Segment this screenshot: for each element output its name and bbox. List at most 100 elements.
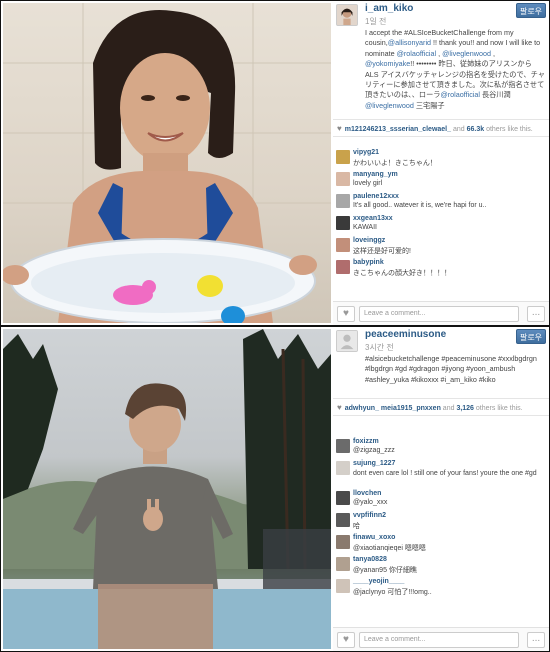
caption-mention[interactable]: @rolaofficial	[397, 49, 437, 58]
likes-users[interactable]: adwhyun_ meia1915_pnxxen	[345, 405, 441, 412]
caption-mention[interactable]: @allisonyarid	[388, 38, 431, 47]
default-avatar-icon	[337, 331, 357, 351]
likes-suffix: others like this.	[473, 405, 523, 412]
comment-text: 哈	[353, 523, 360, 530]
caption-mention[interactable]: @yokomiyake	[365, 59, 410, 68]
comment-text: It's all good.. watever it is, we're hap…	[353, 202, 487, 209]
post-sidebar-2: peaceeminusone 3시간 전 팔로우 #alsicebucketch…	[333, 327, 549, 651]
comment-item: sujung_1227 dont even care lol ! still o…	[333, 459, 549, 489]
comment-username[interactable]: paulene12xxx	[353, 193, 399, 200]
comment-username[interactable]: sujung_1227	[353, 460, 395, 467]
comment-avatar[interactable]	[336, 238, 350, 252]
comment-input[interactable]: Leave a comment...	[359, 632, 519, 648]
likes-and: and	[440, 405, 457, 412]
comment-list: foxizzm @zigzag_zzz sujung_1227 dont eve…	[333, 437, 549, 599]
heart-icon: ♥	[337, 124, 342, 133]
caption-text: 長谷川潤	[480, 90, 511, 100]
caption-text: ,	[490, 48, 495, 58]
post-username[interactable]: i_am_kiko	[365, 3, 413, 14]
likes-bar: ♥ adwhyun_ meia1915_pnxxen and 3,126 othe…	[333, 398, 549, 416]
comment-item: manyang_ym lovely girl	[333, 170, 549, 192]
like-heart-icon[interactable]: ♥	[337, 306, 355, 322]
heart-icon: ♥	[337, 403, 342, 412]
post-sidebar-1: i_am_kiko 1일 전 팔로우 I accept the #ALSIceB…	[333, 1, 549, 325]
comment-username[interactable]: finawu_xoxo	[353, 534, 395, 541]
comment-bar: ♥ Leave a comment... ...	[333, 301, 549, 325]
post-caption: I accept the #ALSIceBucketChallenge from…	[365, 28, 545, 111]
comment-username[interactable]: loveinggz	[353, 237, 385, 244]
comment-avatar[interactable]	[336, 172, 350, 186]
post-time: 3시간 전	[365, 343, 394, 352]
profile-avatar[interactable]	[336, 330, 358, 352]
comment-text: きこちゃんの顔大好き！！！！	[353, 270, 451, 277]
follow-button[interactable]: 팔로우	[516, 329, 546, 344]
post-caption: #alsicebucketchallenge #peaceminusone #x…	[365, 354, 537, 384]
post-photo-2[interactable]	[3, 329, 331, 649]
caption-mention[interactable]: @liveglenwood	[442, 49, 491, 58]
likes-suffix: others like this.	[484, 126, 533, 133]
comment-text: KAWAII	[353, 224, 377, 231]
comment-avatar[interactable]	[336, 439, 350, 453]
likes-count[interactable]: 3,126	[456, 405, 474, 412]
comment-avatar[interactable]	[336, 194, 350, 208]
comment-avatar[interactable]	[336, 513, 350, 527]
post-time: 1일 전	[365, 17, 387, 26]
more-options-icon[interactable]: ...	[527, 632, 545, 648]
post-panel-1: i_am_kiko 1일 전 팔로우 I accept the #ALSIceB…	[0, 0, 550, 326]
comment-item: tanya0828 @yanan95 你仔細瞧	[333, 555, 549, 577]
comment-avatar[interactable]	[336, 579, 350, 593]
comment-avatar[interactable]	[336, 491, 350, 505]
comment-username[interactable]: xxgean13xx	[353, 215, 393, 222]
comment-text: @jaclynyo 可怕了!!!omg..	[353, 589, 432, 596]
likes-count[interactable]: 66.3k	[467, 126, 485, 133]
caption-mention[interactable]: @liveglenwood	[365, 101, 414, 110]
comment-input[interactable]: Leave a comment...	[359, 306, 519, 322]
comment-username[interactable]: foxizzm	[353, 438, 379, 445]
more-options-icon[interactable]: ...	[527, 306, 545, 322]
comment-username[interactable]: ____yeojin____	[353, 578, 404, 585]
comment-bar: ♥ Leave a comment... ...	[333, 627, 549, 651]
comment-item: loveinggz 这样还是好可爱的!	[333, 236, 549, 258]
comment-text: lovely girl	[353, 180, 383, 187]
comment-text: dont even care lol ! still one of your f…	[353, 470, 537, 477]
comment-item: vipyg21 かわいいよ！きこちゃん！	[333, 148, 549, 170]
post-photo-1[interactable]	[3, 3, 331, 323]
comment-username[interactable]: babypink	[353, 259, 384, 266]
comment-item: ____yeojin____ @jaclynyo 可怕了!!!omg..	[333, 577, 549, 599]
comment-username[interactable]: tanya0828	[353, 556, 387, 563]
comment-avatar[interactable]	[336, 260, 350, 274]
comment-text: 这样还是好可爱的!	[353, 248, 411, 255]
post-username[interactable]: peaceeminusone	[365, 329, 446, 340]
likes-and: and	[451, 126, 467, 133]
comment-avatar[interactable]	[336, 216, 350, 230]
comment-item: finawu_xoxo @xiaotianqieqei 嗯嗯嗯	[333, 533, 549, 555]
comment-avatar[interactable]	[336, 150, 350, 164]
follow-button[interactable]: 팔로우	[516, 3, 546, 18]
comment-item: llovchen @yalo_xxx	[333, 489, 549, 511]
comment-item: vvpfifinn2 哈	[333, 511, 549, 533]
likes-bar: ♥ m121246213_ssserian_clewael_ and 66.3k …	[333, 119, 549, 137]
comment-username[interactable]: llovchen	[353, 490, 381, 497]
comment-avatar[interactable]	[336, 557, 350, 571]
comment-username[interactable]: vipyg21	[353, 149, 379, 156]
caption-mention[interactable]: @rolaofficial	[440, 90, 480, 99]
comment-avatar[interactable]	[336, 461, 350, 475]
comment-text: @zigzag_zzz	[353, 447, 395, 454]
photo-man-ice-bucket	[3, 329, 331, 649]
comment-text: かわいいよ！きこちゃん！	[353, 160, 437, 167]
comment-text: @yanan95 你仔細瞧	[353, 567, 417, 574]
caption-text: 三宅陽子	[413, 100, 445, 110]
profile-avatar[interactable]	[336, 4, 358, 26]
comment-username[interactable]: manyang_ym	[353, 171, 398, 178]
comment-username[interactable]: vvpfifinn2	[353, 512, 386, 519]
photo-woman-ice-bucket	[3, 3, 331, 323]
comment-item: foxizzm @zigzag_zzz	[333, 437, 549, 459]
comment-avatar[interactable]	[336, 535, 350, 549]
comment-item: xxgean13xx KAWAII	[333, 214, 549, 236]
like-heart-icon[interactable]: ♥	[337, 632, 355, 648]
post-panel-2: peaceeminusone 3시간 전 팔로우 #alsicebucketch…	[0, 326, 550, 652]
avatar-image	[337, 5, 357, 25]
comment-item: paulene12xxx It's all good.. watever it …	[333, 192, 549, 214]
comment-text: @yalo_xxx	[353, 499, 388, 506]
likes-users[interactable]: m121246213_ssserian_clewael_	[345, 126, 451, 133]
